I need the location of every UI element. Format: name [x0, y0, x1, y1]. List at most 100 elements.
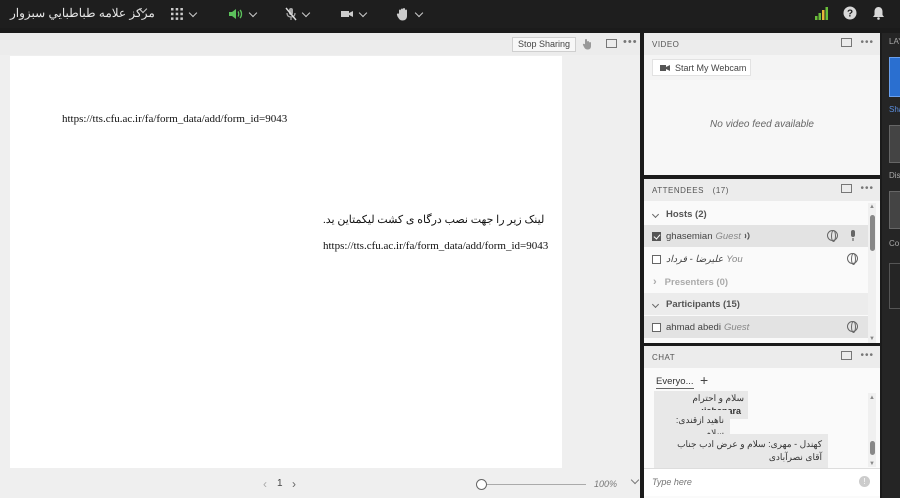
chat-tab-label: Everyo... [656, 376, 694, 387]
pointer-icon[interactable] [582, 38, 593, 50]
document-line: https://tts.cfu.ac.ir/fa/form_data/add/f… [323, 240, 549, 252]
scroll-down-icon[interactable]: ▼ [869, 461, 875, 467]
chat-message: کهندل - مهری: سلام و عرض ادب جناب آقای ن… [654, 434, 828, 468]
scroll-down-icon[interactable]: ▼ [869, 336, 875, 342]
layout-thumbnail-share[interactable] [889, 57, 900, 97]
participants-group-header[interactable]: Participants (15) [644, 293, 868, 315]
layout-thumbnail-discussion[interactable] [889, 125, 900, 163]
fullscreen-icon[interactable] [841, 38, 853, 47]
no-video-text: No video feed available [710, 119, 814, 130]
chevron-down-icon [651, 210, 660, 218]
layout-thumbnail-collaboration[interactable] [889, 191, 900, 229]
bell-icon[interactable] [872, 6, 885, 20]
more-options-icon[interactable]: ••• [623, 36, 638, 48]
attendee-name: ahmad abedi [666, 321, 721, 333]
chevron-down-icon [651, 300, 660, 308]
attendee-checkbox[interactable] [652, 231, 661, 241]
apps-menu[interactable] [170, 4, 198, 24]
chevron-down-icon [358, 8, 368, 17]
chat-input-box[interactable]: ! [644, 468, 880, 496]
chat-scrollbar[interactable]: ▲ ▼ [868, 393, 876, 467]
attendee-role: Guest [715, 230, 741, 242]
pod-title: VIDEO [652, 40, 680, 49]
zoom-level: 100% [594, 479, 618, 489]
shared-document: https://tts.cfu.ac.ir/fa/form_data/add/f… [10, 56, 562, 468]
globe-icon[interactable] [847, 253, 858, 265]
hosts-group-header[interactable]: Hosts (2) [644, 203, 868, 225]
more-options-icon[interactable]: ••• [860, 183, 874, 194]
group-label: Hosts (2) [666, 208, 707, 220]
add-layout-box[interactable] [889, 263, 900, 309]
chevron-down-icon[interactable] [630, 475, 640, 485]
mic-muted-icon [285, 7, 297, 21]
stop-sharing-button[interactable]: Stop Sharing [512, 37, 577, 52]
pod-title: ATTENDEES [652, 186, 704, 195]
start-webcam-button[interactable]: Start My Webcam [652, 59, 751, 76]
attendee-checkbox[interactable] [652, 254, 661, 264]
add-chat-tab-icon[interactable]: + [700, 372, 708, 388]
scroll-thumb[interactable] [869, 215, 875, 251]
attendee-count: (17) [712, 186, 729, 195]
top-bar: مرکز علامه طباطبايي سبزوار ? [0, 0, 900, 28]
speaker-icon [229, 9, 243, 19]
attendee-row[interactable]: ghasemian Guest [644, 225, 868, 247]
room-name: مرکز علامه طباطبايي سبزوار [10, 6, 155, 20]
layout-label: Sha [889, 105, 900, 114]
info-icon[interactable]: ! [859, 476, 870, 487]
raise-hand-icon [396, 8, 407, 21]
more-options-icon[interactable]: ••• [860, 37, 874, 48]
pod-header-icons: ••• [841, 37, 874, 48]
pod-header-icons: ••• [841, 183, 874, 194]
speaker-menu[interactable] [228, 4, 258, 24]
layout-label: Dis [889, 171, 900, 180]
chat-input[interactable] [652, 475, 842, 489]
speaking-icon [744, 232, 750, 240]
pod-header-icons: ••• [841, 350, 874, 361]
microphone-icon [851, 230, 855, 241]
attendee-name: علیرضا - فرداد [666, 253, 724, 265]
raise-hand-menu[interactable] [396, 4, 424, 24]
zoom-slider[interactable] [476, 479, 586, 491]
scroll-up-icon[interactable]: ▲ [869, 204, 875, 210]
globe-icon[interactable] [827, 230, 838, 242]
zoom-slider-handle[interactable] [476, 479, 487, 490]
attendee-row[interactable]: ahmad abedi Guest [644, 316, 868, 338]
attendee-row[interactable]: علیرضا - فرداد You [644, 248, 868, 270]
prev-page-icon[interactable]: ‹ [263, 477, 267, 491]
document-line: لینک زیر را جهت نصب درگاه ی کشت لیکمتاین… [323, 214, 545, 226]
globe-icon[interactable] [847, 321, 858, 333]
document-line: https://tts.cfu.ac.ir/fa/form_data/add/f… [62, 113, 288, 125]
presenters-group-header[interactable]: › Presenters (0) [644, 271, 868, 293]
camera-icon [660, 64, 670, 71]
next-page-icon[interactable]: › [292, 477, 296, 491]
camera-menu[interactable] [340, 4, 368, 24]
fullscreen-icon[interactable] [841, 351, 853, 360]
attendee-role: You [726, 253, 743, 265]
share-pod: Stop Sharing ••• https://tts.cfu.ac.ir/f… [0, 33, 640, 498]
attendees-pod: ATTENDEES (17) ••• Hosts (2) ghasemian G… [644, 179, 880, 343]
camera-icon [341, 11, 353, 17]
layouts-label: LAY [889, 37, 900, 46]
room-name-menu[interactable]: مرکز علامه طباطبايي سبزوار [10, 6, 155, 20]
network-bars-icon [815, 7, 828, 20]
help-icon[interactable]: ? [843, 6, 857, 20]
attendee-role: Guest [723, 321, 750, 333]
chevron-down-icon [301, 8, 311, 17]
chevron-right-icon: › [653, 276, 657, 288]
fullscreen-icon[interactable] [606, 39, 617, 48]
layouts-strip: LAY Sha Dis Co [882, 33, 900, 498]
chat-tab-everyone[interactable]: Everyo... [656, 376, 694, 389]
scroll-thumb[interactable] [869, 441, 875, 455]
more-options-icon[interactable]: ••• [860, 350, 874, 361]
page-number: 1 [277, 478, 283, 489]
chat-message-text: کهندل - مهری: سلام و عرض ادب جناب آقای ن… [677, 439, 822, 462]
attendee-checkbox[interactable] [652, 322, 661, 332]
group-label: Presenters (0) [664, 276, 729, 288]
fullscreen-icon[interactable] [841, 184, 853, 193]
attendees-scrollbar[interactable]: ▲ ▼ [868, 203, 876, 343]
share-footer: ‹ 1 › 100% [0, 470, 640, 498]
microphone-menu[interactable] [285, 4, 311, 24]
scroll-up-icon[interactable]: ▲ [869, 395, 875, 401]
svg-text:?: ? [847, 9, 853, 20]
video-pod: VIDEO ••• Start My Webcam No video feed … [644, 33, 880, 175]
